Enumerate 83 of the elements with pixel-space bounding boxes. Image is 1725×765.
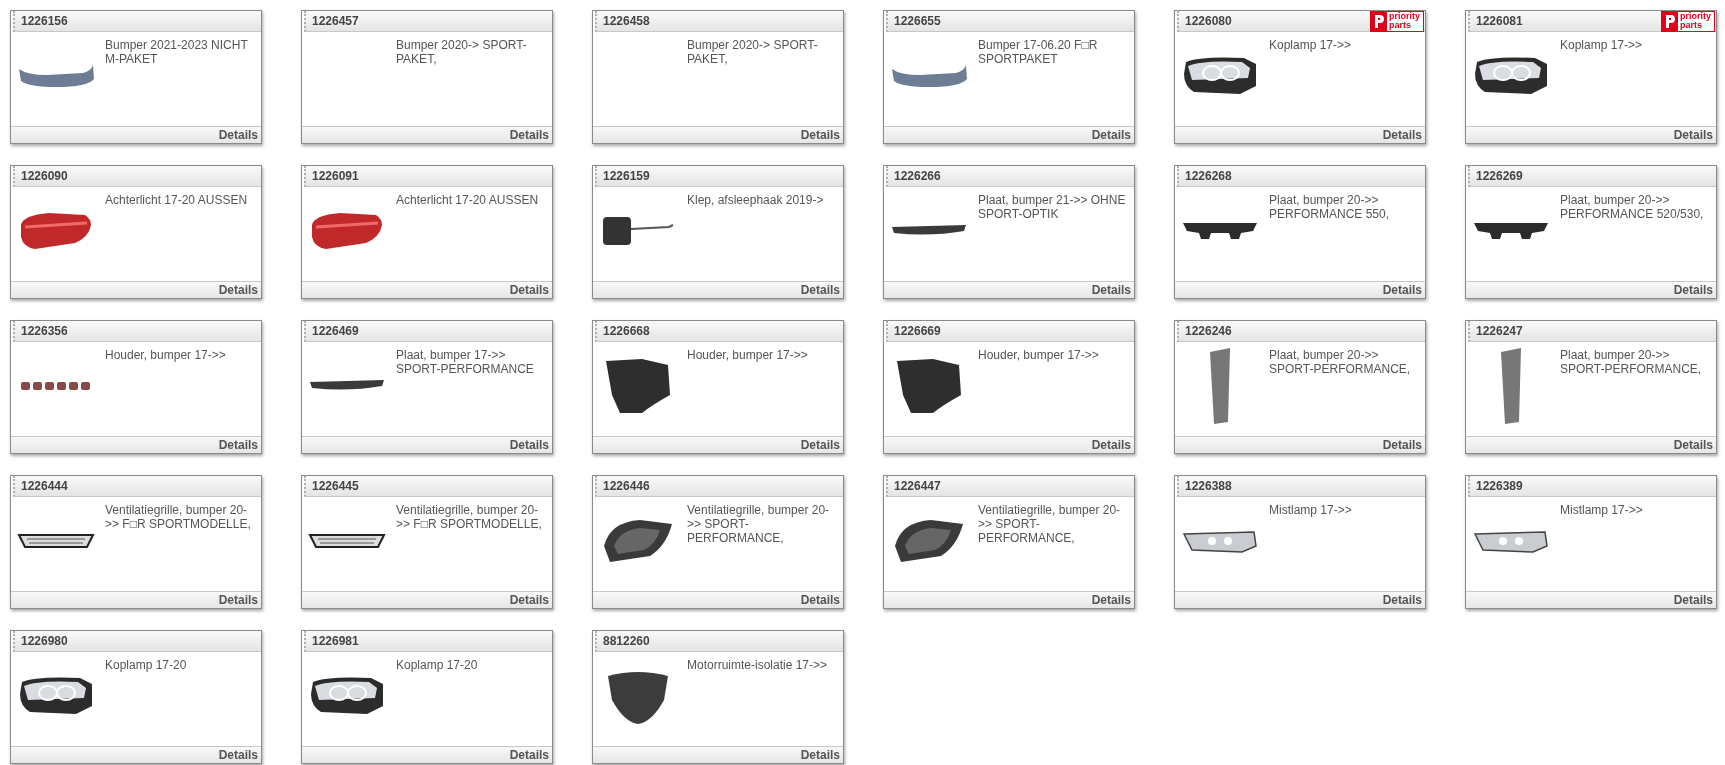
part-description: Plaat, bumper 17->> SPORT-PERFORMANCE <box>396 347 535 378</box>
part-description: Houder, bumper 17->> <box>105 347 227 364</box>
details-link[interactable]: Details <box>1382 593 1422 607</box>
part-description: Achterlicht 17-20 AUSSEN <box>396 192 540 209</box>
part-number: 1226469 <box>312 324 359 338</box>
part-description: Houder, bumper 17->> <box>687 347 809 364</box>
part-number: 1226458 <box>603 14 650 28</box>
part-number: 1226669 <box>894 324 941 338</box>
part-description: Koplamp 17->> <box>1560 37 1644 54</box>
part-description: Ventilatiegrille, bumper 20->> F□R SPORTMODELLE, <box>396 502 543 533</box>
part-number: 1226447 <box>894 479 941 493</box>
part-number: 1226268 <box>1185 169 1232 183</box>
details-link[interactable]: Details <box>1091 283 1131 297</box>
part-number: 1226668 <box>603 324 650 338</box>
details-link[interactable]: Details <box>1382 128 1422 142</box>
part-number: 1226266 <box>894 169 941 183</box>
part-number: 1226446 <box>603 479 650 493</box>
details-link[interactable]: Details <box>1091 438 1131 452</box>
part-description: Ventilatiegrille, bumper 20->> F□R SPORTMODELLE, <box>105 502 252 533</box>
part-description: Ventilatiegrille, bumper 20->> SPORT-PERFORMANCE, <box>978 502 1122 547</box>
part-description: Bumper 2020-> SPORT-PAKET, <box>687 37 819 68</box>
part-description: Plaat, bumper 20->> SPORT-PERFORMANCE, <box>1269 347 1412 378</box>
part-description: Koplamp 17-20 <box>105 657 188 674</box>
part-number: 1226444 <box>21 479 68 493</box>
details-link[interactable]: Details <box>218 283 258 297</box>
details-link[interactable]: Details <box>800 593 840 607</box>
details-link[interactable]: Details <box>509 128 549 142</box>
part-number: 1226388 <box>1185 479 1232 493</box>
part-description: Bumper 2020-> SPORT-PAKET, <box>396 37 528 68</box>
part-description: Mistlamp 17->> <box>1269 502 1353 519</box>
details-link[interactable]: Details <box>800 128 840 142</box>
details-link[interactable]: Details <box>509 593 549 607</box>
details-link[interactable]: Details <box>1091 593 1131 607</box>
details-link[interactable]: Details <box>218 438 258 452</box>
part-number: 1226090 <box>21 169 68 183</box>
details-link[interactable]: Details <box>509 283 549 297</box>
part-description: Klep, afsleephaak 2019-> <box>687 192 825 209</box>
details-link[interactable]: Details <box>218 593 258 607</box>
part-description: Plaat, bumper 20->> PERFORMANCE 520/530, <box>1560 192 1705 223</box>
details-link[interactable]: Details <box>218 748 258 762</box>
part-number: 1226091 <box>312 169 359 183</box>
details-link[interactable]: Details <box>1382 438 1422 452</box>
details-link[interactable]: Details <box>1091 128 1131 142</box>
details-link[interactable]: Details <box>1673 593 1713 607</box>
priority-parts-logo: priority parts <box>1661 10 1715 32</box>
part-description: Plaat, bumper 21->> OHNE SPORT-OPTIK <box>978 192 1127 223</box>
priority-parts-logo: priority parts <box>1370 10 1424 32</box>
details-link[interactable]: Details <box>1673 283 1713 297</box>
part-number: 1226159 <box>603 169 650 183</box>
part-number: 1226445 <box>312 479 359 493</box>
part-description: Achterlicht 17-20 AUSSEN <box>105 192 249 209</box>
part-number: 1226655 <box>894 14 941 28</box>
part-number: 1226081 <box>1476 14 1523 28</box>
part-number: 1226247 <box>1476 324 1523 338</box>
details-link[interactable]: Details <box>1673 128 1713 142</box>
part-number: 1226269 <box>1476 169 1523 183</box>
details-link[interactable]: Details <box>509 748 549 762</box>
part-number: 1226080 <box>1185 14 1232 28</box>
part-number: 1226356 <box>21 324 68 338</box>
part-description: Koplamp 17-20 <box>396 657 479 674</box>
details-link[interactable]: Details <box>800 748 840 762</box>
part-number: 8812260 <box>603 634 650 648</box>
part-number: 1226246 <box>1185 324 1232 338</box>
part-description: Motorruimte-isolatie 17->> <box>687 657 829 674</box>
details-link[interactable]: Details <box>218 128 258 142</box>
part-description: Bumper 17-06.20 F□R SPORTPAKET <box>978 37 1099 68</box>
part-number: 1226389 <box>1476 479 1523 493</box>
details-link[interactable]: Details <box>509 438 549 452</box>
details-link[interactable]: Details <box>800 283 840 297</box>
details-link[interactable]: Details <box>800 438 840 452</box>
part-description: Koplamp 17->> <box>1269 37 1353 54</box>
details-link[interactable]: Details <box>1673 438 1713 452</box>
part-description: Ventilatiegrille, bumper 20->> SPORT-PERFORMANCE, <box>687 502 831 547</box>
part-description: Plaat, bumper 20->> SPORT-PERFORMANCE, <box>1560 347 1703 378</box>
part-number: 1226457 <box>312 14 359 28</box>
details-link[interactable]: Details <box>1382 283 1422 297</box>
part-number: 1226981 <box>312 634 359 648</box>
part-number: 1226156 <box>21 14 68 28</box>
part-description: Plaat, bumper 20->> PERFORMANCE 550, <box>1269 192 1391 223</box>
part-number: 1226980 <box>21 634 68 648</box>
part-description: Bumper 2021-2023 NICHT M-PAKET <box>105 37 249 68</box>
part-description: Mistlamp 17->> <box>1560 502 1644 519</box>
part-description: Houder, bumper 17->> <box>978 347 1100 364</box>
